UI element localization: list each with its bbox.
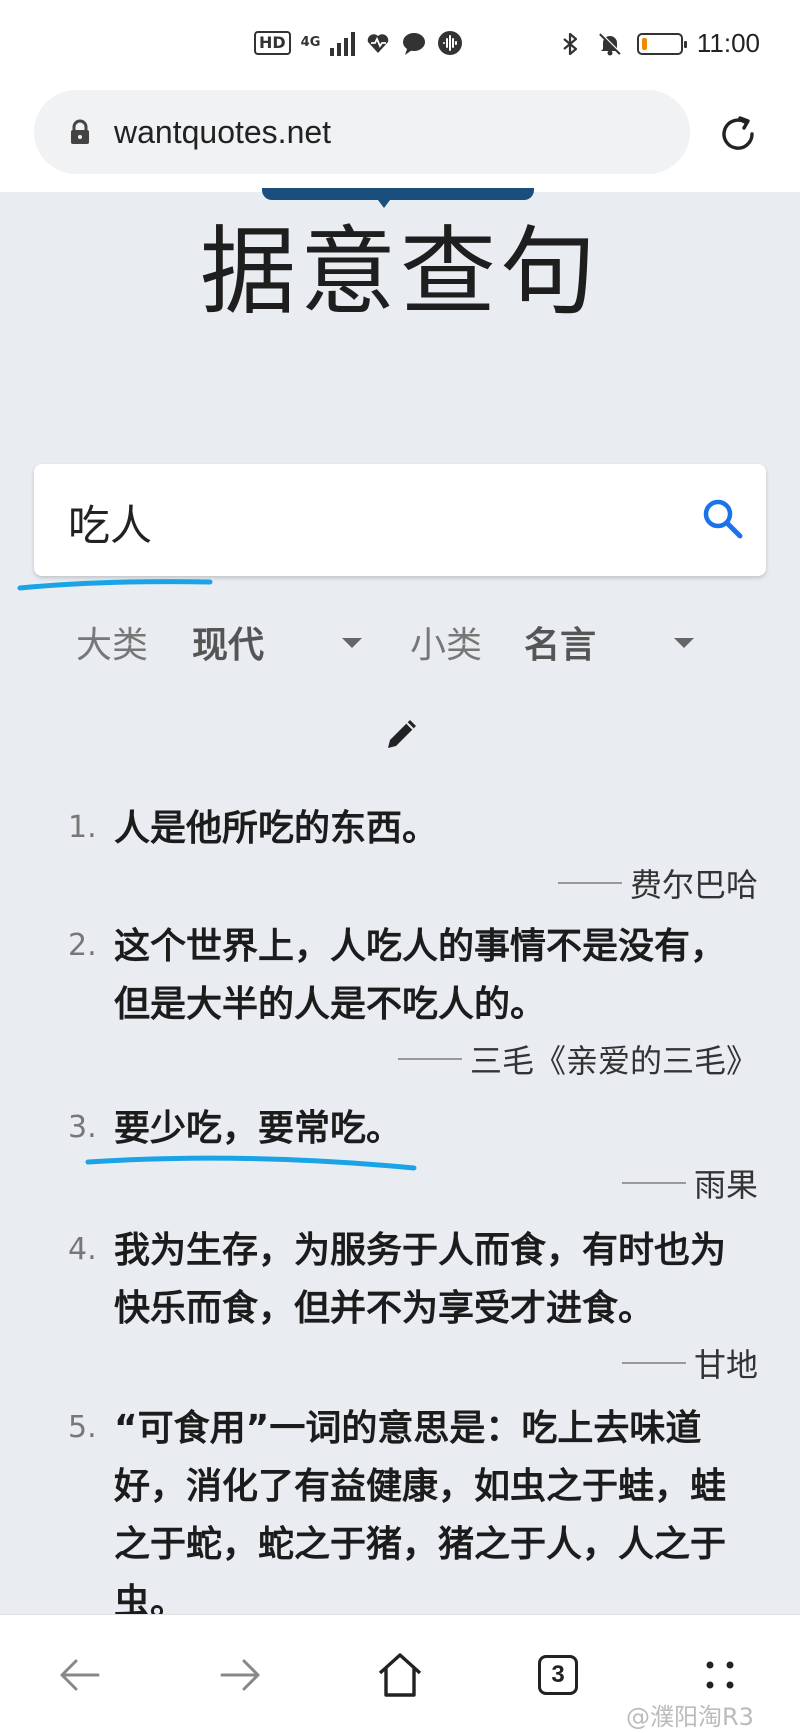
minor-category-select[interactable]: 小类 名言: [410, 612, 596, 672]
status-bar: HD 4G 11:00: [0, 0, 800, 88]
quote-number: 4.: [68, 1232, 97, 1267]
muted-bell-icon: [599, 32, 622, 55]
minor-category-label: 小类: [410, 625, 483, 666]
address-bar[interactable]: wantquotes.net: [34, 90, 690, 174]
watermark: @濮阳淘R3: [626, 1703, 754, 1731]
quote-line: 但是大半的人是不吃人的。: [114, 984, 547, 1025]
quote-source[interactable]: 甘地: [621, 1340, 758, 1386]
heart-health-icon: [368, 34, 389, 53]
quote-source[interactable]: 雨果: [621, 1160, 758, 1206]
quote-text[interactable]: 我为生存，为服务于人而食，有时也为 快乐而食，但并不为享受才进食。: [114, 1222, 764, 1338]
tab-count-button[interactable]: 3: [538, 1655, 578, 1695]
browser-bottom-nav: 3 @濮阳淘R3: [0, 1614, 800, 1733]
highlight-underline: [85, 1155, 417, 1171]
url-text[interactable]: wantquotes.net: [114, 114, 331, 151]
battery-icon: [636, 32, 687, 55]
reload-icon[interactable]: [714, 110, 762, 158]
quote-author: 雨果: [693, 1166, 758, 1204]
voice-assistant-icon: [438, 31, 463, 55]
message-icon: [403, 33, 426, 55]
quote-source[interactable]: 费尔巴哈: [557, 860, 758, 906]
site-logo: [262, 188, 534, 200]
quote-number: 1.: [68, 810, 97, 845]
quote-text[interactable]: “可食用”一词的意思是：吃上去味道 好，消化了有益健康，如虫之于蛙，蛙 之于蛇，…: [114, 1400, 764, 1632]
quote-author: 甘地: [693, 1346, 758, 1384]
quote-line: 快乐而食，但并不为享受才进食。: [114, 1288, 655, 1329]
quote-text[interactable]: 这个世界上，人吃人的事情不是没有， 但是大半的人是不吃人的。: [114, 918, 764, 1034]
quote-source[interactable]: 三毛《亲爱的三毛》: [397, 1036, 758, 1082]
home-icon[interactable]: [372, 1647, 428, 1703]
status-icons-right: 11:00: [557, 28, 760, 59]
major-category-label: 大类: [76, 625, 149, 666]
more-menu-icon[interactable]: [692, 1647, 748, 1703]
browser-toolbar: wantquotes.net: [0, 88, 800, 192]
bluetooth-icon: [563, 32, 577, 55]
site-logo-tail: [372, 192, 396, 208]
quote-line: 人是他所吃的东西。: [114, 808, 439, 849]
quote-line: 好，消化了有益健康，如虫之于蛙，蛙: [114, 1466, 727, 1507]
chevron-down-icon[interactable]: [674, 638, 694, 648]
minor-category-value[interactable]: 名言: [524, 616, 596, 668]
back-arrow-icon[interactable]: [52, 1647, 108, 1703]
lock-icon: [71, 119, 89, 144]
quote-number: 3.: [68, 1110, 97, 1145]
quote-text[interactable]: 人是他所吃的东西。: [114, 800, 764, 858]
quote-number: 5.: [68, 1410, 97, 1445]
chevron-down-icon[interactable]: [342, 638, 362, 648]
highlight-underline: [17, 579, 213, 591]
network-type: 4G: [300, 35, 321, 50]
forward-arrow-icon[interactable]: [212, 1647, 268, 1703]
quote-line: “可食用”一词的意思是：吃上去味道: [114, 1408, 702, 1449]
signal-strength-icon: [330, 30, 356, 56]
status-icons-left: HD 4G: [254, 30, 463, 56]
major-category-value[interactable]: 现代: [192, 616, 264, 668]
hd-indicator: HD: [254, 31, 291, 55]
quote-author: 三毛《亲爱的三毛》: [469, 1042, 758, 1080]
major-category-select[interactable]: 大类 现代: [76, 612, 264, 672]
quote-line: 我为生存，为服务于人而食，有时也为: [114, 1230, 727, 1271]
search-input[interactable]: 吃人: [68, 492, 152, 553]
quote-author: 费尔巴哈: [629, 866, 758, 904]
quote-line: 之于蛇，蛇之于猪，猪之于人，人之于: [114, 1524, 727, 1565]
search-icon[interactable]: [698, 494, 748, 544]
quote-line: 这个世界上，人吃人的事情不是没有，: [114, 926, 727, 967]
quote-number: 2.: [68, 928, 97, 963]
page-title: 据意查句: [200, 216, 600, 328]
search-box[interactable]: 吃人: [34, 464, 766, 576]
edit-pencil-icon[interactable]: [382, 714, 422, 754]
clock: 11:00: [696, 28, 760, 58]
